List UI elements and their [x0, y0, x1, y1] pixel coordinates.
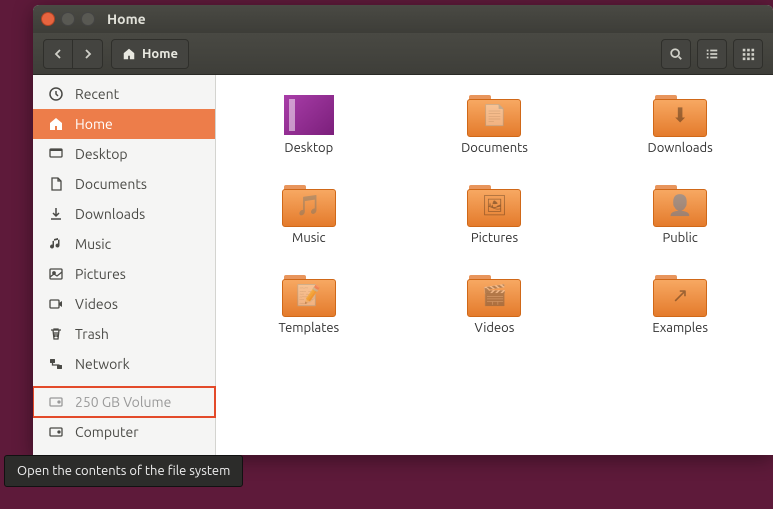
home-icon	[47, 116, 65, 132]
sidebar-item-computer[interactable]: Computer	[33, 417, 215, 447]
folder-icon: ↗	[653, 273, 707, 317]
path-label: Home	[142, 47, 178, 61]
sidebar-item-home[interactable]: Home	[33, 109, 215, 139]
minimize-icon[interactable]	[61, 12, 75, 26]
file-label: Pictures	[471, 231, 518, 245]
file-item-pictures[interactable]: 🖼 Pictures	[444, 183, 544, 245]
sidebar-item-label: Trash	[75, 326, 109, 342]
path-home-button[interactable]: Home	[111, 39, 189, 69]
file-item-downloads[interactable]: ⬇ Downloads	[630, 93, 730, 155]
music-icon	[47, 236, 65, 252]
desktop-icon	[47, 146, 65, 162]
titlebar[interactable]: Home	[33, 5, 773, 33]
maximize-icon[interactable]	[81, 12, 95, 26]
sidebar-item-documents[interactable]: Documents	[33, 169, 215, 199]
tooltip: Open the contents of the file system	[4, 455, 243, 487]
sidebar-item-videos[interactable]: Videos	[33, 289, 215, 319]
file-label: Downloads	[648, 141, 713, 155]
desktop-folder-icon	[282, 93, 336, 137]
sidebar-item-label: Pictures	[75, 266, 126, 282]
sidebar-item-label: Network	[75, 356, 130, 372]
file-label: Examples	[652, 321, 708, 335]
search-button[interactable]	[661, 39, 691, 69]
sidebar-item-label: Videos	[75, 296, 118, 312]
sidebar-item-label: Music	[75, 236, 111, 252]
file-manager-window: Home Home	[33, 5, 773, 455]
video-icon	[47, 296, 65, 312]
sidebar-item-recent[interactable]: Recent	[33, 79, 215, 109]
sidebar-item-label: 250 GB Volume	[75, 394, 171, 410]
sidebar-item-network[interactable]: Network	[33, 349, 215, 379]
back-button[interactable]	[43, 39, 73, 69]
folder-icon: 🎵	[282, 183, 336, 227]
sidebar-item-desktop[interactable]: Desktop	[33, 139, 215, 169]
folder-icon: 👤	[653, 183, 707, 227]
pictures-icon	[47, 266, 65, 282]
list-view-button[interactable]	[697, 39, 727, 69]
sidebar-item-label: Desktop	[75, 146, 128, 162]
sidebar-item-label: Home	[75, 116, 113, 132]
sidebar-item-label: Recent	[75, 86, 119, 102]
sidebar-item-music[interactable]: Music	[33, 229, 215, 259]
sidebar-item-label: Computer	[75, 424, 139, 440]
file-label: Templates	[279, 321, 340, 335]
sidebar-item-downloads[interactable]: Downloads	[33, 199, 215, 229]
trash-icon	[47, 326, 65, 342]
window-title: Home	[107, 11, 146, 27]
file-item-templates[interactable]: 📝 Templates	[259, 273, 359, 335]
home-icon	[122, 47, 136, 61]
sidebar: Recent Home Desktop Documents Downloads Music…	[33, 75, 216, 455]
sidebar-item-250-gb-volume[interactable]: 250 GB Volume	[33, 387, 215, 417]
folder-icon: 📄	[467, 93, 521, 137]
sidebar-item-pictures[interactable]: Pictures	[33, 259, 215, 289]
clock-icon	[47, 86, 65, 102]
sidebar-item-label: Downloads	[75, 206, 145, 222]
disk-icon	[47, 424, 65, 440]
disk-icon	[47, 394, 65, 410]
sidebar-item-label: Documents	[75, 176, 147, 192]
file-label: Music	[292, 231, 326, 245]
folder-icon: 🎬	[467, 273, 521, 317]
toolbar: Home	[33, 33, 773, 75]
file-label: Desktop	[284, 141, 333, 155]
file-label: Public	[662, 231, 697, 245]
file-item-videos[interactable]: 🎬 Videos	[444, 273, 544, 335]
grid-view-button[interactable]	[733, 39, 763, 69]
file-item-desktop[interactable]: Desktop	[259, 93, 359, 155]
file-item-documents[interactable]: 📄 Documents	[444, 93, 544, 155]
folder-icon: ⬇	[653, 93, 707, 137]
close-icon[interactable]	[41, 12, 55, 26]
file-item-examples[interactable]: ↗ Examples	[630, 273, 730, 335]
file-label: Videos	[475, 321, 515, 335]
file-item-music[interactable]: 🎵 Music	[259, 183, 359, 245]
sidebar-item-trash[interactable]: Trash	[33, 319, 215, 349]
download-icon	[47, 206, 65, 222]
network-icon	[47, 356, 65, 372]
folder-icon: 📝	[282, 273, 336, 317]
file-label: Documents	[461, 141, 528, 155]
folder-icon: 🖼	[467, 183, 521, 227]
forward-button[interactable]	[73, 39, 103, 69]
document-icon	[47, 176, 65, 192]
file-grid: Desktop 📄 Documents ⬇ Downloads 🎵 Music 🖼 Pictur…	[216, 75, 773, 455]
file-item-public[interactable]: 👤 Public	[630, 183, 730, 245]
